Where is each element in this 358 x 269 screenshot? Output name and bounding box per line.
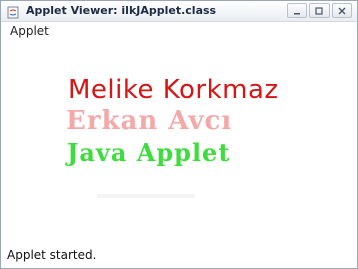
window-controls xyxy=(287,3,354,18)
applet-text-line-3: Java Applet xyxy=(67,138,231,167)
window-title: Applet Viewer: ilkJApplet.class xyxy=(26,4,217,17)
minimize-icon xyxy=(294,12,301,14)
java-cup-icon xyxy=(7,4,19,19)
maximize-icon xyxy=(315,6,324,15)
applet-viewer-window: Applet Viewer: ilkJApplet.class Applet M… xyxy=(0,0,358,269)
minimize-button[interactable] xyxy=(287,3,308,18)
applet-text-line-2: Erkan Avcı xyxy=(66,106,233,136)
applet-text-line-1: Melike Korkmaz xyxy=(68,75,279,105)
applet-canvas[interactable]: Melike Korkmaz Erkan Avcı Java Applet xyxy=(5,40,355,240)
maximize-button[interactable] xyxy=(309,3,330,18)
close-button[interactable] xyxy=(331,3,352,18)
menu-applet[interactable]: Applet xyxy=(10,24,49,38)
faint-divider xyxy=(97,194,195,198)
menu-bar: Applet xyxy=(1,22,357,40)
title-bar[interactable]: Applet Viewer: ilkJApplet.class xyxy=(1,1,357,22)
status-bar: Applet started. xyxy=(1,244,357,268)
close-icon xyxy=(338,7,346,14)
status-text: Applet started. xyxy=(7,248,97,262)
